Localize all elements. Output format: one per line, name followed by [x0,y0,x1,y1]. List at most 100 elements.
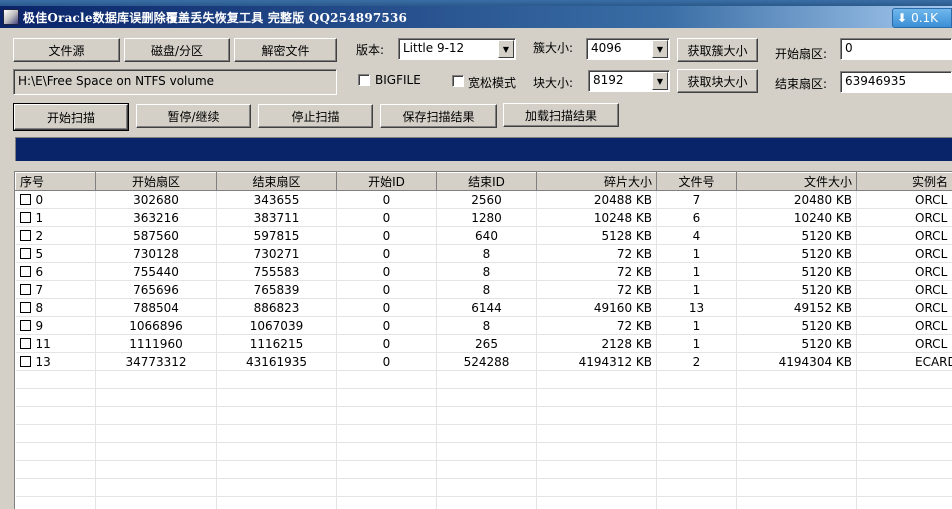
table-cell: 8 [436,280,537,299]
column-header[interactable]: 结束扇区 [216,172,337,191]
empty-cell [336,478,437,497]
table-cell: 302680 [95,190,217,209]
empty-table-row [15,406,952,425]
table-row[interactable]: 7 765696 765839 0 8 72 KB 1 5120 KB ORCL [15,280,952,299]
table-cell: ORCL [856,298,952,317]
row-checkbox[interactable] [19,283,31,295]
column-header[interactable]: 文件号 [656,172,737,191]
scan-results-table[interactable]: 序号 开始扇区 结束扇区 开始ID 结束ID 碎片大小 文件号 文件大小 实例名… [14,171,952,509]
table-cell: 10248 KB [536,208,657,227]
empty-cell [656,388,737,407]
row-checkbox[interactable] [19,355,31,367]
empty-cell [216,424,337,443]
load-scan-results-button[interactable]: 加载扫描结果 [503,103,619,127]
stop-scan-button[interactable]: 停止扫描 [258,104,373,128]
table-row[interactable]: 1 363216 383711 0 1280 10248 KB 6 10240 KB ORCL [15,208,952,227]
table-cell: 49160 KB [536,298,657,317]
version-select[interactable]: Little 9-12 ▼ [398,38,516,60]
row-checkbox[interactable] [19,337,31,349]
chevron-down-icon[interactable]: ▼ [498,40,514,58]
empty-cell [736,370,857,389]
end-sector-label: 结束扇区: [775,77,828,91]
table-cell: 5120 KB [736,262,857,281]
window-titlebar[interactable]: 极佳Oracle数据库误删除覆盖丢失恢复工具 完整版 QQ254897536 [0,6,952,28]
row-checkbox[interactable] [19,193,31,205]
row-checkbox[interactable] [19,319,31,331]
table-row[interactable]: 2 587560 597815 0 640 5128 KB 4 5120 KB ORCL [15,226,952,245]
end-sector-input[interactable]: 63946935 [840,71,952,93]
table-cell: 1 [656,262,737,281]
empty-cell [95,406,217,425]
empty-cell [15,424,96,443]
table-cell: ORCL [856,316,952,335]
column-header[interactable]: 开始扇区 [95,172,217,191]
save-scan-results-button[interactable]: 保存扫描结果 [380,104,497,128]
empty-cell [436,478,537,497]
column-header[interactable]: 开始ID [336,172,437,191]
table-row[interactable]: 6 755440 755583 0 8 72 KB 1 5120 KB ORCL [15,262,952,281]
get-cluster-size-button[interactable]: 获取簇大小 [677,38,758,62]
empty-cell [95,442,217,461]
pause-resume-button[interactable]: 暂停/继续 [136,104,251,128]
block-size-select[interactable]: 8192 ▼ [588,70,670,92]
table-cell: 5120 KB [736,334,857,353]
chevron-down-icon[interactable]: ▼ [652,72,668,90]
empty-cell [856,406,952,425]
bigfile-checkbox[interactable] [358,74,370,86]
empty-cell [656,478,737,497]
table-cell: 2 [656,352,737,371]
row-checkbox[interactable] [19,229,31,241]
disk-partition-button[interactable]: 磁盘/分区 [124,38,230,62]
row-index: 0 [35,192,44,207]
network-speed-value: 0.1K [911,11,939,25]
download-arrow-icon: ⬇ [897,11,908,25]
table-row[interactable]: 9 1066896 1067039 0 8 72 KB 1 5120 KB ORCL [15,316,952,335]
table-row[interactable]: 0 302680 343655 0 2560 20488 KB 7 20480 KB ORCL [15,190,952,209]
column-header[interactable]: 结束ID [436,172,537,191]
bigfile-label: BIGFILE [375,73,421,87]
table-row[interactable]: 13 34773312 43161935 0 524288 4194312 KB 2 4194… [15,352,952,371]
table-cell: 755440 [95,262,217,281]
row-checkbox[interactable] [19,301,31,313]
row-checkbox[interactable] [19,247,31,259]
table-row[interactable]: 5 730128 730271 0 8 72 KB 1 5120 KB ORCL [15,244,952,263]
block-size-value: 8192 [593,73,624,87]
source-path-field[interactable]: H:\E\Free Space on NTFS volume [13,69,337,95]
empty-cell [216,478,337,497]
empty-cell [95,388,217,407]
table-cell: 7 [656,190,737,209]
table-cell: 5120 KB [736,316,857,335]
empty-cell [95,424,217,443]
column-header[interactable]: 序号 [15,172,96,191]
chevron-down-icon[interactable]: ▼ [652,40,668,58]
table-row[interactable]: 11 1111960 1116215 0 265 2128 KB 1 5120 KB ORCL [15,334,952,353]
empty-cell [336,370,437,389]
loose-mode-checkbox[interactable] [452,75,464,87]
column-header[interactable]: 实例名 [856,172,952,191]
row-checkbox[interactable] [19,265,31,277]
get-block-size-button[interactable]: 获取块大小 [677,69,758,93]
network-speed-badge[interactable]: ⬇ 0.1K [892,8,952,28]
cluster-size-select[interactable]: 4096 ▼ [586,38,670,60]
empty-cell [536,478,657,497]
column-header[interactable]: 碎片大小 [536,172,657,191]
table-cell: 49152 KB [736,298,857,317]
version-select-value: Little 9-12 [403,41,465,55]
empty-cell [95,370,217,389]
start-scan-button[interactable]: 开始扫描 [13,103,129,131]
empty-cell [336,496,437,509]
row-checkbox[interactable] [19,211,31,223]
table-cell: 43161935 [216,352,337,371]
empty-cell [856,496,952,509]
empty-cell [736,442,857,461]
table-cell: 1111960 [95,334,217,353]
table-cell: 4194312 KB [536,352,657,371]
table-cell: 765696 [95,280,217,299]
decrypt-file-button[interactable]: 解密文件 [234,38,337,62]
table-cell: 0 [336,262,437,281]
file-source-button[interactable]: 文件源 [13,38,120,62]
table-row[interactable]: 8 788504 886823 0 6144 49160 KB 13 49152 KB ORCL [15,298,952,317]
start-sector-input[interactable]: 0 [840,38,952,60]
column-header[interactable]: 文件大小 [736,172,857,191]
row-index: 6 [35,264,44,279]
